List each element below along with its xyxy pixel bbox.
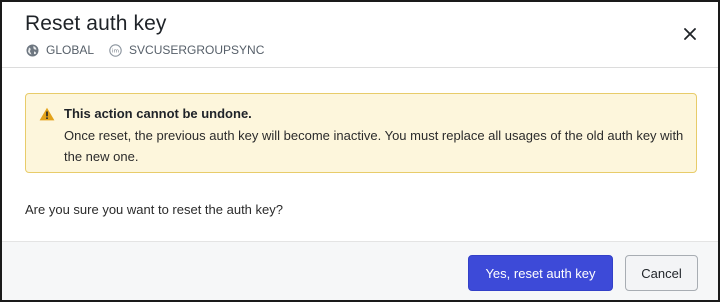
close-button[interactable]: [682, 26, 698, 42]
confirm-reset-button[interactable]: Yes, reset auth key: [468, 255, 613, 291]
warning-title: This action cannot be undone.: [64, 106, 252, 121]
svg-text:im: im: [112, 48, 119, 54]
warning-triangle-icon: [39, 107, 55, 121]
globe-icon: [26, 44, 39, 57]
cancel-button[interactable]: Cancel: [625, 255, 698, 291]
dialog-meta: GLOBAL im SVCUSERGROUPSYNC: [26, 43, 264, 57]
dialog-header: Reset auth key GLOBAL im SVCUSERGROUPSYN…: [2, 2, 718, 68]
reset-auth-key-dialog: Reset auth key GLOBAL im SVCUSERGROUPSYN…: [0, 0, 720, 302]
close-icon: [684, 28, 696, 40]
dialog-footer: Yes, reset auth key Cancel: [2, 241, 718, 300]
warning-body: Once reset, the previous auth key will b…: [64, 128, 684, 164]
scope-label: GLOBAL: [46, 43, 95, 57]
user-label: SVCUSERGROUPSYNC: [129, 43, 265, 57]
confirmation-question: Are you sure you want to reset the auth …: [25, 202, 283, 217]
dialog-title: Reset auth key: [25, 12, 167, 35]
warning-callout: This action cannot be undone. Once reset…: [25, 93, 697, 173]
user-badge-icon: im: [109, 43, 122, 57]
